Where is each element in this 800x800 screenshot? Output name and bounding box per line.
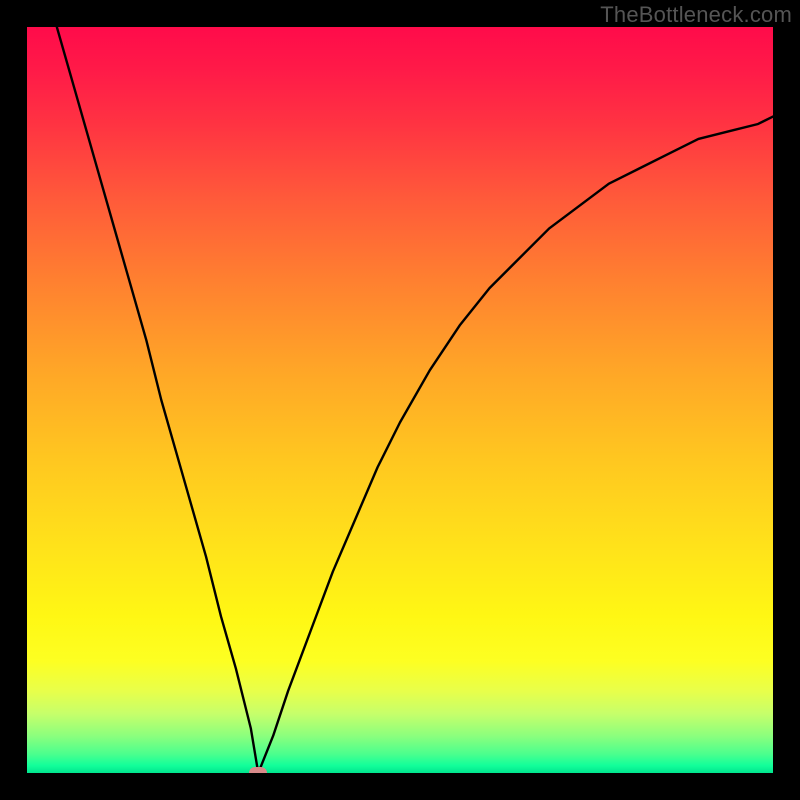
bottleneck-curve — [27, 27, 773, 773]
plot-area — [27, 27, 773, 773]
minimum-marker — [249, 767, 267, 773]
curve-line — [57, 27, 773, 773]
chart-frame: TheBottleneck.com — [0, 0, 800, 800]
watermark-text: TheBottleneck.com — [600, 2, 792, 28]
